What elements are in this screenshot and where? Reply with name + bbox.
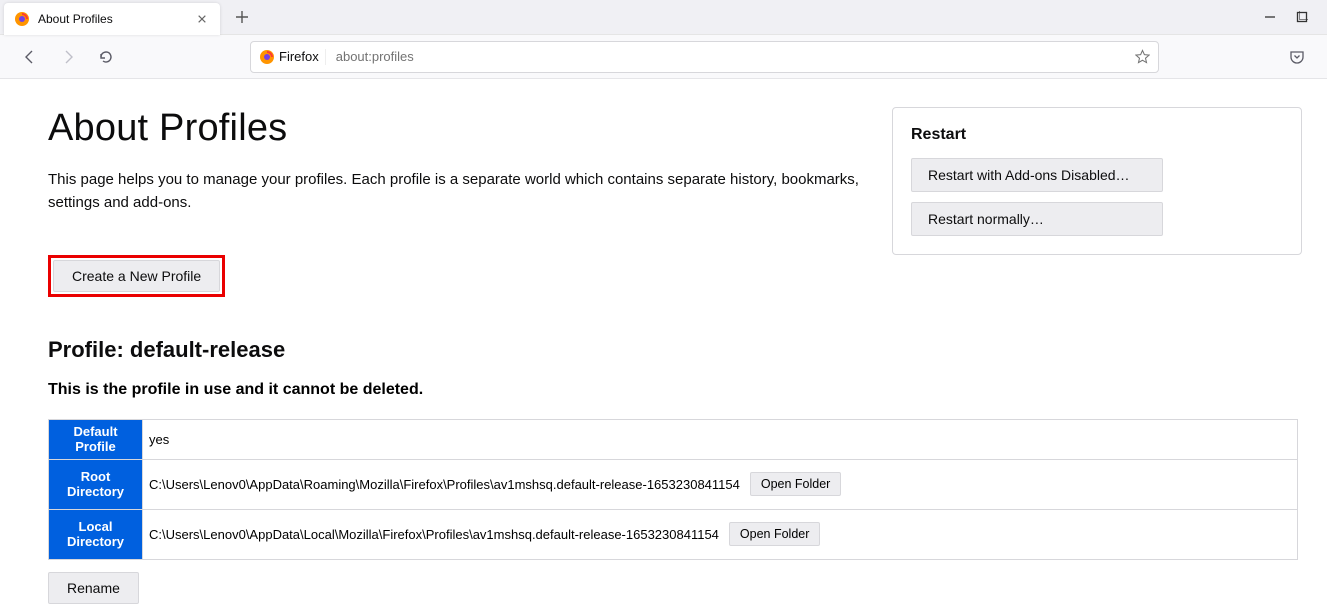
maximize-icon[interactable] <box>1295 10 1309 24</box>
urlbar-address: about:profiles <box>332 49 1129 64</box>
default-profile-value: yes <box>149 432 169 447</box>
restart-panel: Restart Restart with Add-ons Disabled… R… <box>892 107 1302 255</box>
open-root-folder-button[interactable]: Open Folder <box>750 472 841 496</box>
page-title: About Profiles <box>48 107 868 150</box>
active-tab[interactable]: About Profiles <box>4 3 220 35</box>
identity-box[interactable]: Firefox <box>259 49 326 65</box>
window-controls <box>1263 10 1327 24</box>
profile-inuse-msg: This is the profile in use and it cannot… <box>48 381 868 399</box>
create-profile-button[interactable]: Create a New Profile <box>53 260 220 292</box>
close-icon[interactable] <box>194 11 210 27</box>
local-dir-value: C:\Users\Lenov0\AppData\Local\Mozilla\Fi… <box>149 527 719 542</box>
open-local-folder-button[interactable]: Open Folder <box>729 522 820 546</box>
highlight-outline: Create a New Profile <box>48 255 225 297</box>
restart-heading: Restart <box>911 126 1283 144</box>
root-dir-value: C:\Users\Lenov0\AppData\Roaming\Mozilla\… <box>149 477 740 492</box>
toolbar: Firefox about:profiles <box>0 35 1327 79</box>
rename-button[interactable]: Rename <box>48 572 139 604</box>
reload-button[interactable] <box>92 43 120 71</box>
restart-normally-button[interactable]: Restart normally… <box>911 202 1163 236</box>
new-tab-button[interactable] <box>228 3 256 31</box>
firefox-icon <box>259 49 275 65</box>
firefox-icon <box>14 11 30 27</box>
urlbar-brand: Firefox <box>279 49 319 64</box>
pocket-icon[interactable] <box>1289 49 1305 65</box>
minimize-icon[interactable] <box>1263 10 1277 24</box>
forward-button[interactable] <box>54 43 82 71</box>
back-button[interactable] <box>16 43 44 71</box>
row-header-local: Local Directory <box>49 509 143 559</box>
bookmark-star-icon[interactable] <box>1135 49 1150 64</box>
page-intro: This page helps you to manage your profi… <box>48 168 868 215</box>
tab-title: About Profiles <box>38 12 186 26</box>
tab-strip: About Profiles <box>0 0 1327 35</box>
page-content: About Profiles This page helps you to ma… <box>0 79 1327 604</box>
profile-heading: Profile: default-release <box>48 337 868 363</box>
row-header-default: Default Profile <box>49 419 143 459</box>
restart-addons-disabled-button[interactable]: Restart with Add-ons Disabled… <box>911 158 1163 192</box>
row-header-root: Root Directory <box>49 459 143 509</box>
url-bar[interactable]: Firefox about:profiles <box>250 41 1159 73</box>
